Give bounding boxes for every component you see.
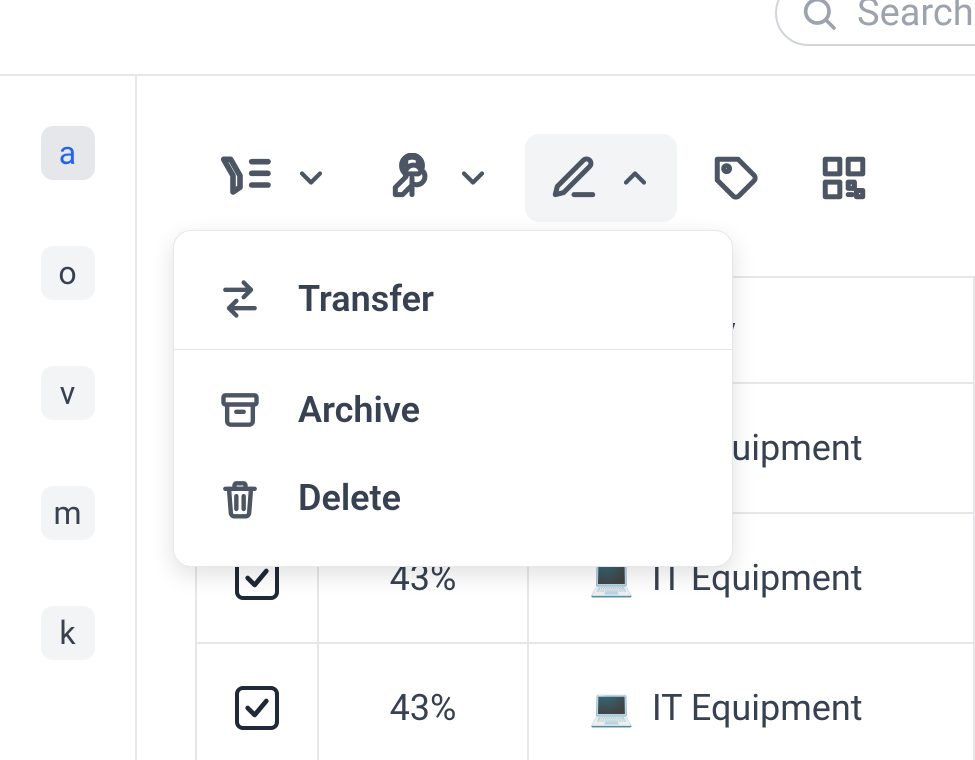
main-content: Category 43% 💻 IT Equipment 43% <box>137 76 975 760</box>
transfer-icon <box>218 277 262 321</box>
row-category-label: IT Equipment <box>652 687 863 729</box>
chevron-up-icon <box>617 160 653 196</box>
search-input[interactable]: Search i <box>775 0 975 46</box>
chevron-down-icon <box>455 160 491 196</box>
sidebar-item-v[interactable]: v <box>41 366 95 420</box>
tag-button[interactable] <box>687 134 785 222</box>
toolbar <box>195 134 975 222</box>
top-bar: Search i <box>0 0 975 76</box>
dropdown-item-archive[interactable]: Archive <box>174 366 732 454</box>
sidebar: a o v m k <box>0 76 137 760</box>
tools-button[interactable] <box>363 134 515 222</box>
qr-button[interactable] <box>795 134 893 222</box>
trash-icon <box>218 476 262 520</box>
sidebar-item-m[interactable]: m <box>41 486 95 540</box>
filter-list-icon <box>219 150 275 206</box>
edit-button[interactable] <box>525 134 677 222</box>
sidebar-item-k[interactable]: k <box>41 606 95 660</box>
archive-icon <box>218 388 262 432</box>
dropdown-divider <box>174 349 732 350</box>
search-placeholder: Search i <box>857 0 975 35</box>
dropdown-item-delete[interactable]: Delete <box>174 454 732 542</box>
sidebar-item-a[interactable]: a <box>41 126 95 180</box>
table-row: 43% 💻 IT Equipment <box>197 644 973 760</box>
dropdown-item-label: Delete <box>298 477 401 519</box>
wrench-icon <box>387 153 437 203</box>
dropdown-item-label: Transfer <box>298 278 434 320</box>
filter-button[interactable] <box>195 134 353 222</box>
chevron-down-icon <box>293 160 329 196</box>
laptop-icon: 💻 <box>589 687 634 729</box>
dropdown-item-transfer[interactable]: Transfer <box>174 255 732 343</box>
row-checkbox[interactable] <box>197 644 319 760</box>
checkbox-icon <box>235 686 279 730</box>
sidebar-item-o[interactable]: o <box>41 246 95 300</box>
dropdown-item-label: Archive <box>298 389 420 431</box>
pencil-icon <box>549 153 599 203</box>
search-icon <box>799 0 839 33</box>
qr-icon <box>819 153 869 203</box>
edit-dropdown: Transfer Archive Delete <box>173 230 733 567</box>
tag-icon <box>711 153 761 203</box>
row-percent: 43% <box>319 644 529 760</box>
row-category[interactable]: 💻 IT Equipment <box>529 644 973 760</box>
